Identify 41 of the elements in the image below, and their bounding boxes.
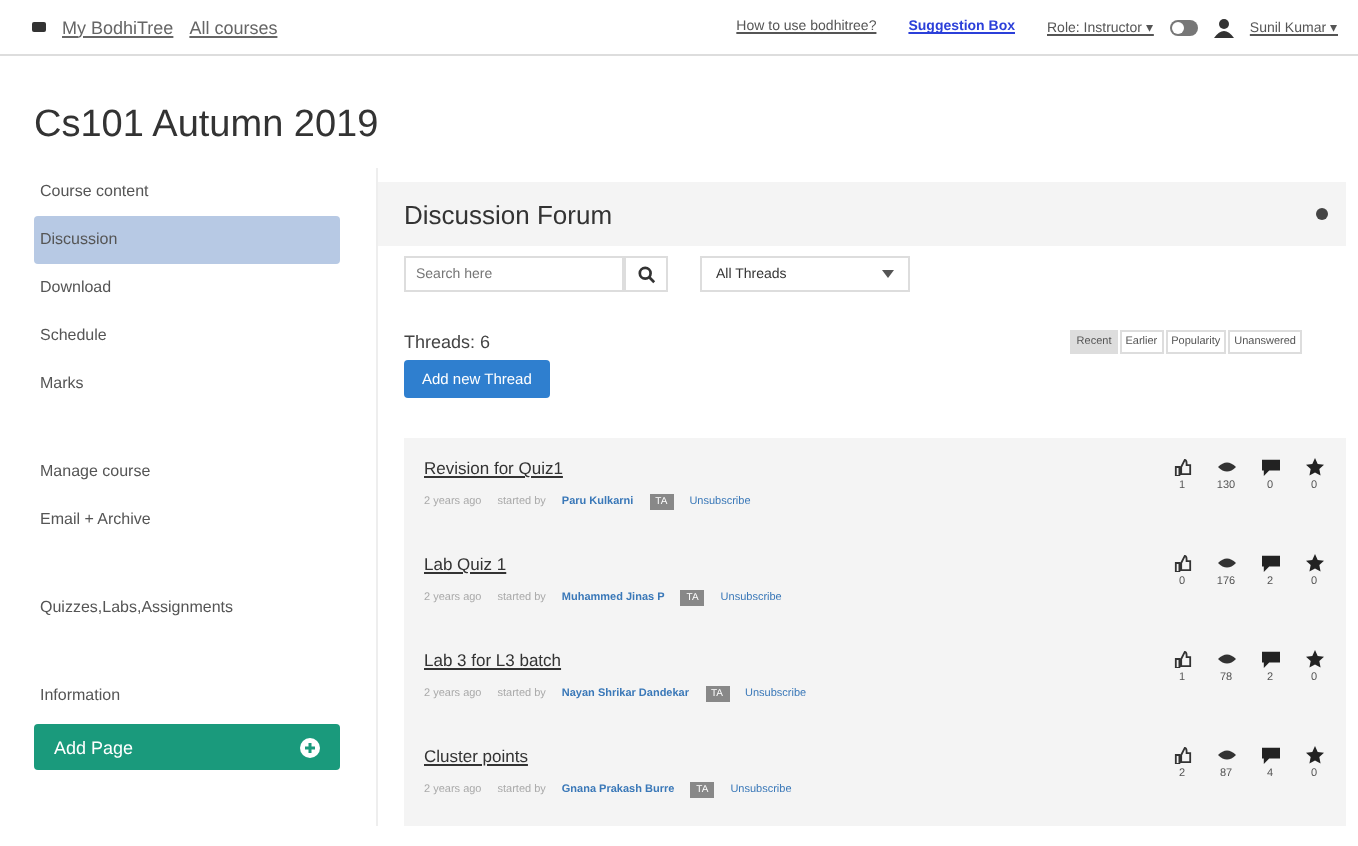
sidebar-item[interactable]: Course content: [34, 168, 340, 216]
eye-icon: [1217, 746, 1235, 764]
thread-title[interactable]: Lab 3 for L3 batch: [424, 650, 807, 670]
forum-title: Discussion Forum: [404, 199, 613, 229]
courses-link[interactable]: All courses: [189, 17, 278, 37]
search-icon: [637, 265, 655, 283]
sidebar-item[interactable]: Quizzes,Labs,Assignments: [34, 584, 340, 632]
thread-count: Threads: 6: [404, 332, 491, 352]
eye-icon: [1217, 458, 1235, 476]
course-title: Cs101 Autumn 2019: [34, 104, 381, 148]
sidebar-item[interactable]: Email + Archive: [34, 496, 340, 544]
thumbs-up-icon: [1173, 554, 1191, 572]
comment-icon: [1261, 554, 1279, 572]
search-button[interactable]: [624, 256, 668, 292]
thread-title[interactable]: Revision for Quiz1: [424, 458, 751, 478]
sidebar-item[interactable]: Manage course: [34, 448, 340, 496]
comment-icon: [1261, 458, 1279, 476]
star-icon: [1305, 746, 1323, 764]
thumbs-up-icon: [1173, 746, 1191, 764]
comment-icon: [1261, 650, 1279, 668]
toggle-switch[interactable]: [1169, 19, 1198, 35]
thumbs-up-icon: [1173, 458, 1191, 476]
thread-title[interactable]: Cluster points: [424, 746, 792, 766]
star-icon: [1305, 554, 1323, 572]
add-page-button[interactable]: Add Page: [34, 724, 340, 770]
caret-icon: [882, 270, 894, 278]
sidebar-item[interactable]: Information: [34, 672, 340, 720]
sidebar-item[interactable]: Download: [34, 264, 340, 312]
user-icon: [1213, 17, 1234, 37]
sidebar-item[interactable]: Marks: [34, 360, 340, 408]
sidebar-item[interactable]: Discussion: [34, 216, 340, 264]
thread-title[interactable]: Lab Quiz 1: [424, 554, 782, 574]
star-icon: [1305, 650, 1323, 668]
comment-icon: [1261, 746, 1279, 764]
home-link[interactable]: My BodhiTree: [62, 17, 174, 37]
star-icon: [1305, 458, 1323, 476]
eye-icon: [1217, 650, 1235, 668]
sidebar-item[interactable]: Schedule: [34, 312, 340, 360]
thumbs-up-icon: [1173, 650, 1191, 668]
plus-icon: [300, 737, 320, 757]
eye-icon: [1217, 554, 1235, 572]
